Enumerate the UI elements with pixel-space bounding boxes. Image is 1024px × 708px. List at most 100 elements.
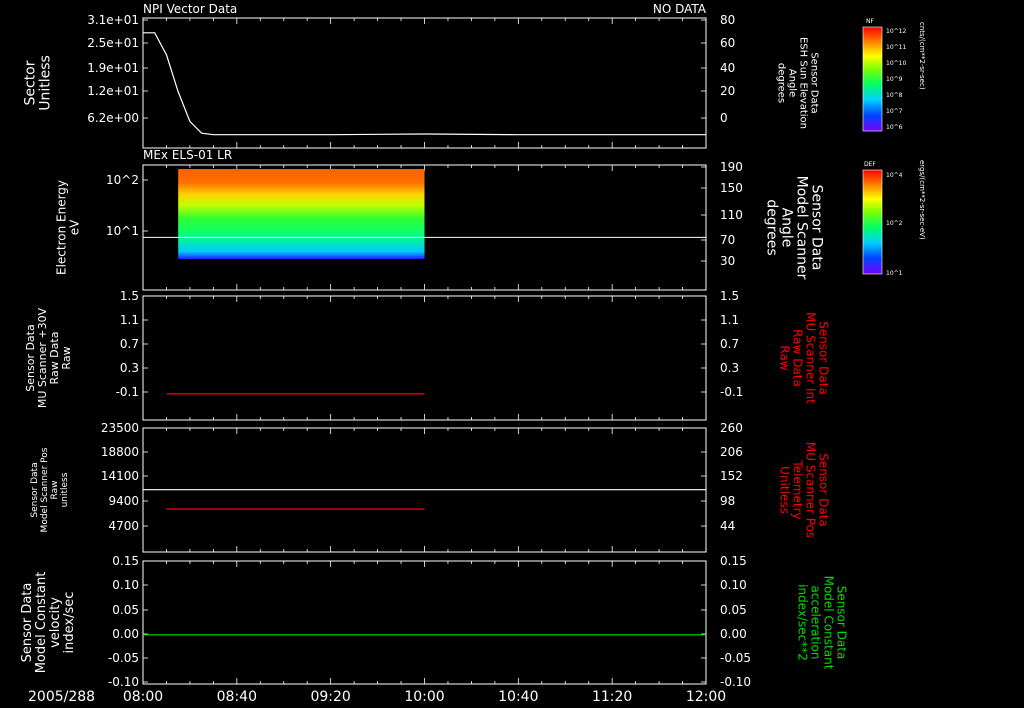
y-tick-label-right: 0.7	[720, 337, 739, 351]
y-tick-label-left: 10^2	[106, 173, 139, 187]
y-tick-label-left: 14100	[101, 469, 139, 483]
time-tick-label: 12:00	[686, 689, 726, 705]
panel-5: 0.15 0.10 0.05 0.00 -0.05 -0.10 0.15 0.10 0.05 0.…	[20, 554, 849, 689]
y-axis-label-right: degrees	[764, 199, 780, 255]
y-axis-label-right: acceleration	[809, 586, 823, 660]
time-tick-label: 11:20	[592, 689, 632, 705]
series-line-1	[143, 32, 706, 136]
colorbar-tick-label: 10^2	[886, 220, 903, 227]
y-tick-label-left: 0.7	[120, 337, 139, 351]
colorbar-tick-label: 10^8	[886, 92, 903, 99]
y-tick-label-left: 1.9e+01	[87, 61, 139, 75]
y-tick-label-right: -0.05	[720, 651, 751, 665]
colorbar-tick-label: 10^11	[886, 44, 906, 51]
colorbar-def-label: DEF	[864, 161, 876, 168]
date-label: 2005/288	[28, 689, 95, 705]
panel-4: 23500 18800 14100 9400 4700 260 206 152 98 44 Sens…	[30, 421, 831, 553]
y-tick-label-right: 0	[720, 111, 728, 125]
y-axis-label-left: index/sec	[62, 592, 77, 654]
y-tick-label-left: 2.5e+01	[87, 36, 139, 50]
y-tick-label-left: 6.2e+00	[87, 111, 139, 125]
y-tick-label-left: 0.15	[112, 554, 139, 568]
y-tick-label-left: 9400	[108, 494, 139, 508]
y-tick-label-left: 0.05	[112, 603, 139, 617]
y-tick-label-left: -0.05	[108, 651, 139, 665]
y-axis-label-left: Sensor Data	[20, 583, 35, 663]
colorbar-tick-label: 10^12	[886, 28, 906, 35]
y-axis-label-right: Raw	[778, 345, 792, 370]
panel-1: 3.1e+01 2.5e+01 1.9e+01 1.2e+01 6.2e+00 80 60 4…	[23, 13, 820, 149]
colorbar-tick-label: 10^1	[886, 270, 903, 277]
y-axis-label-left: Sensor Data	[30, 462, 40, 517]
y-tick-label-right: 60	[720, 36, 735, 50]
y-axis-label-left: Model Constant	[34, 572, 49, 674]
y-tick-label-right: 1.5	[720, 289, 739, 303]
y-tick-label-right: 30	[720, 254, 735, 268]
colorbar-tick-label: 10^4	[886, 172, 903, 179]
y-tick-label-right: 150	[720, 181, 743, 195]
y-tick-label-left: -0.1	[116, 385, 139, 399]
y-axis-label-left: velocity	[48, 597, 63, 648]
header-left: NPI Vector Data	[143, 2, 237, 16]
y-axis-label-right: index/sec**2	[796, 584, 810, 661]
colorbar-nf: NF 10^12 10^11 10^10 10^9 10^8 10^7 10^6 cnts/…	[862, 18, 926, 132]
y-tick-label-left: 1.1	[120, 313, 139, 327]
y-axis-label-left: unitless	[60, 472, 70, 507]
y-axis-label-right: MU Scanner Int	[804, 312, 818, 404]
y-axis-label-right: Sensor Data	[835, 586, 849, 660]
spectrogram-header: MEx ELS-01 LR	[143, 148, 232, 162]
y-axis-label-right: Telemetry	[791, 459, 805, 519]
y-axis-label-right: Angle	[787, 69, 798, 97]
plot-canvas: NPI Vector Data NO DATA MEx ELS-01 LR 3.…	[20, 2, 926, 705]
y-axis-label-right: ESH Sun Elevation	[798, 37, 809, 129]
y-tick-label-left: 4700	[108, 519, 139, 533]
colorbar-tick-label: 10^7	[886, 108, 903, 115]
y-tick-label-right: 20	[720, 84, 735, 98]
y-tick-label-right: 0.05	[720, 603, 747, 617]
y-tick-label-left: 1.2e+01	[87, 84, 139, 98]
y-tick-label-right: -0.10	[720, 675, 751, 689]
colorbar-nf-units: cnts/(cm**2-sr-sec)	[918, 22, 926, 90]
y-tick-label-right: 40	[720, 61, 735, 75]
y-axis-label-right: degrees	[776, 63, 787, 103]
y-tick-label-left: 3.1e+01	[87, 13, 139, 27]
y-tick-label-right: -0.1	[720, 385, 743, 399]
y-tick-label-right: 70	[720, 233, 735, 247]
y-tick-label-right: 44	[720, 519, 735, 533]
y-tick-label-left: 0.00	[112, 627, 139, 641]
y-axis-label-left: Electron Energy	[55, 180, 69, 275]
y-axis-label-right: Model Constant	[822, 576, 836, 670]
panel-frame	[142, 17, 707, 149]
time-tick-label: 08:40	[217, 689, 257, 705]
y-tick-label-left: 23500	[101, 421, 139, 435]
y-axis-label-right: MU Scanner Pos	[804, 442, 818, 538]
y-axis-label-left: Sector	[23, 60, 39, 105]
y-axis-label-right: Sensor Data	[809, 185, 825, 271]
y-tick-label-left: 1.5	[120, 289, 139, 303]
colorbar-def: DEF 10^4 10^2 10^1 ergs/(cm**2-sr-sec-eV)	[862, 160, 926, 277]
y-axis-label-left: Unitless	[38, 55, 54, 111]
y-tick-label-left: 0.3	[120, 361, 139, 375]
y-tick-label-left: 18800	[101, 445, 139, 459]
y-axis-label-left: Raw	[60, 346, 73, 369]
panel-3: 1.5 1.1 0.7 0.3 -0.1 1.5 1.1 0.7 0.3 -0.1 Sensor D…	[24, 289, 831, 421]
y-tick-label-left: 10^1	[106, 224, 139, 238]
y-axis-label-left: Model Scanner Pos	[40, 447, 50, 532]
y-axis-label-right: Sensor Data	[809, 52, 820, 113]
y-tick-label-right: 0.10	[720, 578, 747, 592]
panel-frame	[142, 560, 707, 685]
y-tick-label-left: -0.10	[108, 675, 139, 689]
y-axis-label-right: Sensor Data	[817, 453, 831, 527]
y-tick-label-left: 0.10	[112, 578, 139, 592]
header-right: NO DATA	[653, 2, 707, 16]
panel-frame	[142, 295, 707, 421]
spectrogram-data	[178, 169, 425, 259]
y-axis-label-right: Model Scanner	[794, 176, 810, 280]
y-tick-label-right: 1.1	[720, 313, 739, 327]
y-axis-label-right: Raw Data	[791, 329, 805, 387]
y-tick-label-right: 190	[720, 160, 743, 174]
y-tick-label-right: 0.3	[720, 361, 739, 375]
time-tick-label: 10:00	[404, 689, 444, 705]
y-tick-label-right: 0.15	[720, 554, 747, 568]
y-tick-label-right: 110	[720, 208, 743, 222]
